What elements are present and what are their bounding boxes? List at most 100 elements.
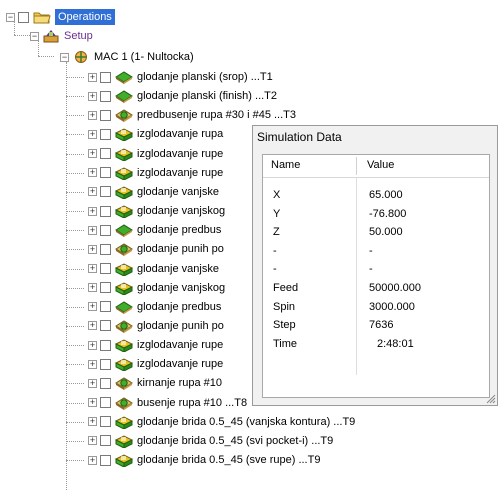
checkbox[interactable]: [100, 90, 111, 102]
expand-toggle[interactable]: +: [88, 225, 97, 235]
sim-row-value: -76.800: [369, 207, 407, 220]
operation-row[interactable]: + glodanje brida 0.5_45 (svi pocket-i) ..…: [66, 432, 333, 450]
operation-row[interactable]: + izglodavanje rupe: [66, 164, 224, 182]
face-mill-icon: [115, 70, 133, 84]
folder-icon: [33, 10, 51, 24]
operation-row[interactable]: + izglodavanje rupa: [66, 125, 223, 143]
drill-icon: [115, 108, 133, 123]
operation-label: glodanje vanjske: [137, 262, 219, 275]
operation-row[interactable]: + glodanje punih po: [66, 317, 224, 335]
checkbox[interactable]: [100, 243, 111, 255]
operation-row[interactable]: + glodanje vanjskog: [66, 279, 225, 297]
tree-node-setup[interactable]: − Setup: [30, 27, 93, 45]
expand-toggle[interactable]: +: [88, 359, 97, 369]
operation-row[interactable]: + glodanje punih po: [66, 240, 224, 258]
operation-row[interactable]: + glodanje brida 0.5_45 (sve rupe) ...T9: [66, 451, 321, 469]
operation-label: izglodavanje rupe: [137, 358, 224, 371]
operation-row[interactable]: + glodanje vanjske: [66, 183, 219, 201]
checkbox[interactable]: [100, 416, 111, 428]
operation-label: izglodavanje rupe: [137, 147, 224, 160]
checkbox[interactable]: [100, 358, 111, 370]
checkbox[interactable]: [100, 301, 111, 313]
expand-toggle[interactable]: +: [88, 302, 97, 312]
sim-row-value: 50000.000: [369, 282, 421, 294]
checkbox[interactable]: [100, 224, 111, 236]
drill-icon: [115, 376, 133, 391]
expand-toggle[interactable]: +: [88, 321, 97, 331]
expand-toggle[interactable]: +: [88, 340, 97, 350]
expand-toggle[interactable]: +: [88, 398, 97, 407]
expand-toggle[interactable]: +: [88, 168, 97, 178]
operation-row[interactable]: + izglodavanje rupe: [66, 145, 224, 163]
checkbox[interactable]: [100, 263, 111, 274]
tree-node-operations[interactable]: − Operations: [6, 8, 115, 26]
column-header-name[interactable]: Name: [271, 159, 300, 171]
resize-grip-icon[interactable]: [484, 392, 496, 404]
expand-toggle[interactable]: +: [88, 417, 97, 427]
operation-row[interactable]: + glodanje brida 0.5_45 (vanjska kontura)…: [66, 413, 355, 431]
operation-row[interactable]: + predbusenje rupa #30 i #45 ...T3: [66, 106, 296, 124]
checkbox[interactable]: [100, 377, 111, 389]
expand-toggle[interactable]: +: [88, 91, 97, 101]
checkbox[interactable]: [100, 109, 111, 121]
operation-label: glodanje predbus: [137, 224, 222, 237]
expand-toggle[interactable]: +: [88, 436, 97, 446]
expand-toggle[interactable]: +: [88, 110, 97, 120]
operation-row[interactable]: + glodanje planski (srop) ...T1: [66, 68, 273, 86]
contour-mill-icon: [114, 453, 134, 468]
expand-toggle[interactable]: +: [88, 187, 97, 197]
collapse-toggle[interactable]: −: [6, 12, 15, 22]
expand-toggle[interactable]: +: [88, 206, 97, 216]
expand-toggle[interactable]: +: [88, 129, 97, 139]
expand-toggle[interactable]: +: [88, 455, 97, 465]
sim-row-name: Z: [273, 226, 280, 239]
collapse-toggle[interactable]: −: [60, 52, 69, 62]
checkbox[interactable]: [100, 128, 111, 140]
checkbox[interactable]: [100, 167, 111, 179]
expand-toggle[interactable]: +: [88, 264, 97, 273]
operation-label: izglodavanje rupe: [137, 339, 224, 352]
column-header-value[interactable]: Value: [367, 159, 394, 171]
checkbox[interactable]: [100, 282, 111, 294]
face-mill-icon: [115, 89, 133, 104]
operation-row[interactable]: + glodanje predbus: [66, 221, 222, 239]
checkbox[interactable]: [100, 339, 111, 351]
sim-row-value: -: [369, 263, 373, 276]
tree-node-machine[interactable]: − MAC 1 (1- Nultocka): [60, 48, 194, 66]
expand-toggle[interactable]: +: [88, 149, 97, 159]
expand-toggle[interactable]: +: [88, 244, 97, 254]
checkbox[interactable]: [18, 11, 29, 23]
contour-mill-icon: [114, 357, 134, 373]
operation-row[interactable]: + glodanje planski (finish) ...T2: [66, 87, 277, 105]
expand-toggle[interactable]: +: [88, 378, 97, 388]
checkbox[interactable]: [100, 454, 111, 466]
sim-row-value: -: [369, 244, 373, 257]
contour-mill-icon: [114, 185, 134, 200]
operation-label: izglodavanje rupe: [137, 166, 224, 179]
checkbox[interactable]: [100, 205, 111, 217]
operation-row[interactable]: + glodanje vanjskog: [66, 202, 225, 220]
sim-row-name: Time: [273, 337, 298, 350]
operation-row[interactable]: + izglodavanje rupe: [66, 336, 224, 354]
face-mill-icon: [115, 223, 133, 238]
checkbox[interactable]: [100, 71, 111, 83]
operation-row[interactable]: + glodanje vanjske: [66, 260, 219, 278]
checkbox[interactable]: [100, 148, 111, 160]
collapse-toggle[interactable]: −: [30, 31, 39, 41]
checkbox[interactable]: [100, 320, 111, 332]
operation-label: kirnanje rupa #10: [137, 377, 223, 390]
operation-row[interactable]: + izglodavanje rupe: [66, 355, 224, 373]
operation-row[interactable]: + glodanje predbus: [66, 298, 221, 316]
checkbox[interactable]: [100, 186, 111, 198]
checkbox[interactable]: [100, 435, 111, 447]
operation-label: glodanje brida 0.5_45 (sve rupe) ...T9: [137, 454, 321, 466]
operation-row[interactable]: + busenje rupa #10 ...T8: [66, 394, 247, 412]
expand-toggle[interactable]: +: [88, 72, 97, 82]
operation-row[interactable]: + kirnanje rupa #10: [66, 374, 223, 392]
sim-row-name: Feed: [273, 282, 299, 294]
contour-mill-icon: [114, 434, 134, 449]
simulation-data-panel[interactable]: Simulation Data Name Value X 65.000 Y -76.8…: [252, 125, 498, 406]
checkbox[interactable]: [100, 397, 111, 408]
expand-toggle[interactable]: +: [88, 283, 97, 293]
sim-row-value: 50.000: [369, 226, 403, 239]
